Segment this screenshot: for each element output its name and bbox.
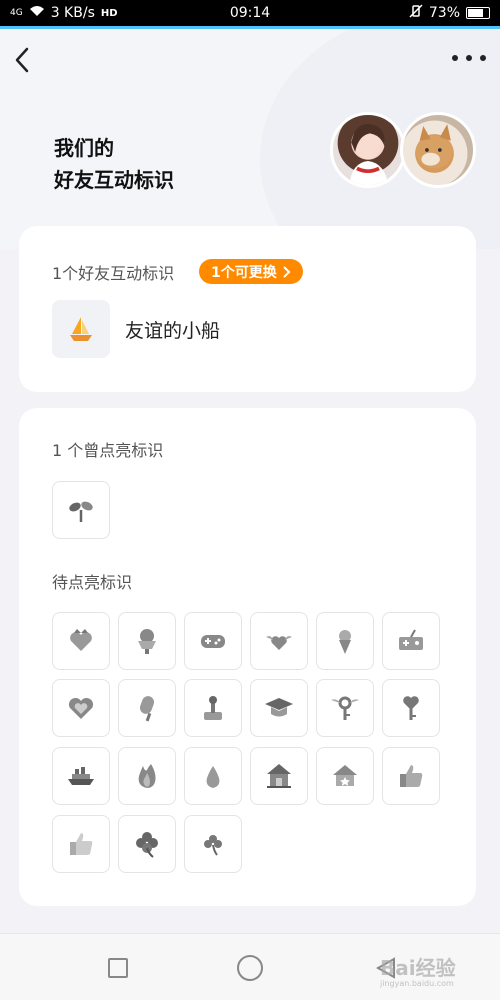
chevron-left-icon <box>15 47 29 73</box>
pending-badge-graduation-cap[interactable] <box>250 679 308 737</box>
joystick-icon <box>204 696 222 720</box>
page-title-line1: 我们的 <box>54 136 114 160</box>
game-console-icon <box>399 629 423 650</box>
current-badge-card: 1个好友互动标识 1个可更换 友谊的小船 <box>19 226 476 392</box>
pending-badge-popsicle[interactable] <box>118 679 176 737</box>
pending-badge-winged-key[interactable] <box>316 679 374 737</box>
lit-badges-heading: 1 个曾点亮标识 <box>52 441 164 460</box>
home-button[interactable] <box>237 955 263 981</box>
pending-badge-sundae[interactable] <box>118 612 176 670</box>
winged-key-icon <box>331 696 359 720</box>
pending-badge-heart-crown[interactable] <box>52 612 110 670</box>
battery-icon <box>466 7 490 19</box>
pending-badge-fire[interactable] <box>118 747 176 805</box>
more-options-button[interactable] <box>452 46 486 70</box>
page-title-line2: 好友互动标识 <box>54 168 174 192</box>
thumbs-up-icon <box>400 765 423 787</box>
status-right: 73% <box>409 4 490 22</box>
heart-icon <box>68 697 94 719</box>
watermark-brand: Bai经验 <box>380 956 456 980</box>
pending-badge-game-console[interactable] <box>382 612 440 670</box>
heart-key-icon <box>403 696 419 720</box>
vibrate-icon <box>409 4 423 22</box>
pending-badge-star-house[interactable] <box>316 747 374 805</box>
ship-icon <box>68 767 94 785</box>
pending-badge-thumbs-up[interactable] <box>382 747 440 805</box>
replaceable-badge-label: 1个可更换 <box>211 264 277 281</box>
sailboat-icon <box>70 317 92 341</box>
thumbs-up-light-icon <box>70 833 93 855</box>
hd-indicator: HD <box>100 7 118 19</box>
current-badge-heading: 1个好友互动标识 <box>52 264 175 283</box>
heart-crown-icon <box>70 629 92 651</box>
wifi-icon <box>29 5 45 21</box>
sprout-icon <box>69 501 93 522</box>
replaceable-badge-button[interactable]: 1个可更换 <box>199 259 303 284</box>
clover-small-icon <box>204 835 222 856</box>
back-button[interactable] <box>8 44 36 76</box>
pending-badge-clover[interactable] <box>118 815 176 873</box>
pending-badge-heart-key[interactable] <box>382 679 440 737</box>
pending-badges-heading: 待点亮标识 <box>52 573 133 592</box>
popsicle-icon <box>139 696 155 722</box>
status-left: 4G 3 KB/s HD <box>10 5 118 21</box>
pending-badge-winged-heart[interactable] <box>250 612 308 670</box>
star-house-icon <box>333 765 357 786</box>
pending-badge-thumbs-up-light[interactable] <box>52 815 110 873</box>
page-title: 我们的 好友互动标识 <box>54 132 174 196</box>
graduation-cap-icon <box>265 698 293 717</box>
house-icon <box>267 764 291 788</box>
avatar-user[interactable] <box>330 112 406 188</box>
recent-apps-button[interactable] <box>108 958 128 978</box>
badges-card: 1 个曾点亮标识 待点亮标识 <box>19 408 476 906</box>
pending-badge-flame[interactable] <box>184 747 242 805</box>
pending-badge-clover-small[interactable] <box>184 815 242 873</box>
current-badge-icon-box[interactable] <box>52 300 110 358</box>
lit-badge-sprout[interactable] <box>52 481 110 539</box>
pending-badge-ship[interactable] <box>52 747 110 805</box>
pending-badge-joystick[interactable] <box>184 679 242 737</box>
pending-badge-ice-cream-cone[interactable] <box>316 612 374 670</box>
status-bar: 4G 3 KB/s HD 09:14 73% <box>0 0 500 26</box>
watermark-url: jingyan.baidu.com <box>380 979 454 988</box>
gamepad-icon <box>201 635 225 648</box>
person-avatar-icon <box>349 124 389 185</box>
pending-badge-gamepad[interactable] <box>184 612 242 670</box>
baidu-watermark: Bai经验 jingyan.baidu.com <box>380 952 456 988</box>
more-dot-icon <box>466 55 472 61</box>
avatar-friend[interactable] <box>400 112 476 188</box>
current-badge-name: 友谊的小船 <box>125 320 221 342</box>
battery-percent: 73% <box>428 5 460 21</box>
flame-icon <box>206 766 220 788</box>
network-indicator: 4G <box>10 8 23 18</box>
fire-icon <box>138 764 156 788</box>
pending-badge-house[interactable] <box>250 747 308 805</box>
chevron-right-icon <box>283 265 291 278</box>
winged-heart-icon <box>266 636 292 650</box>
clover-icon <box>136 832 158 858</box>
more-dot-icon <box>480 55 486 61</box>
network-speed: 3 KB/s <box>50 5 95 21</box>
more-dot-icon <box>452 55 458 61</box>
ice-cream-sundae-icon <box>138 629 156 654</box>
dog-avatar-icon <box>415 124 453 169</box>
ice-cream-cone-icon <box>339 630 351 654</box>
pending-badge-heart[interactable] <box>52 679 110 737</box>
